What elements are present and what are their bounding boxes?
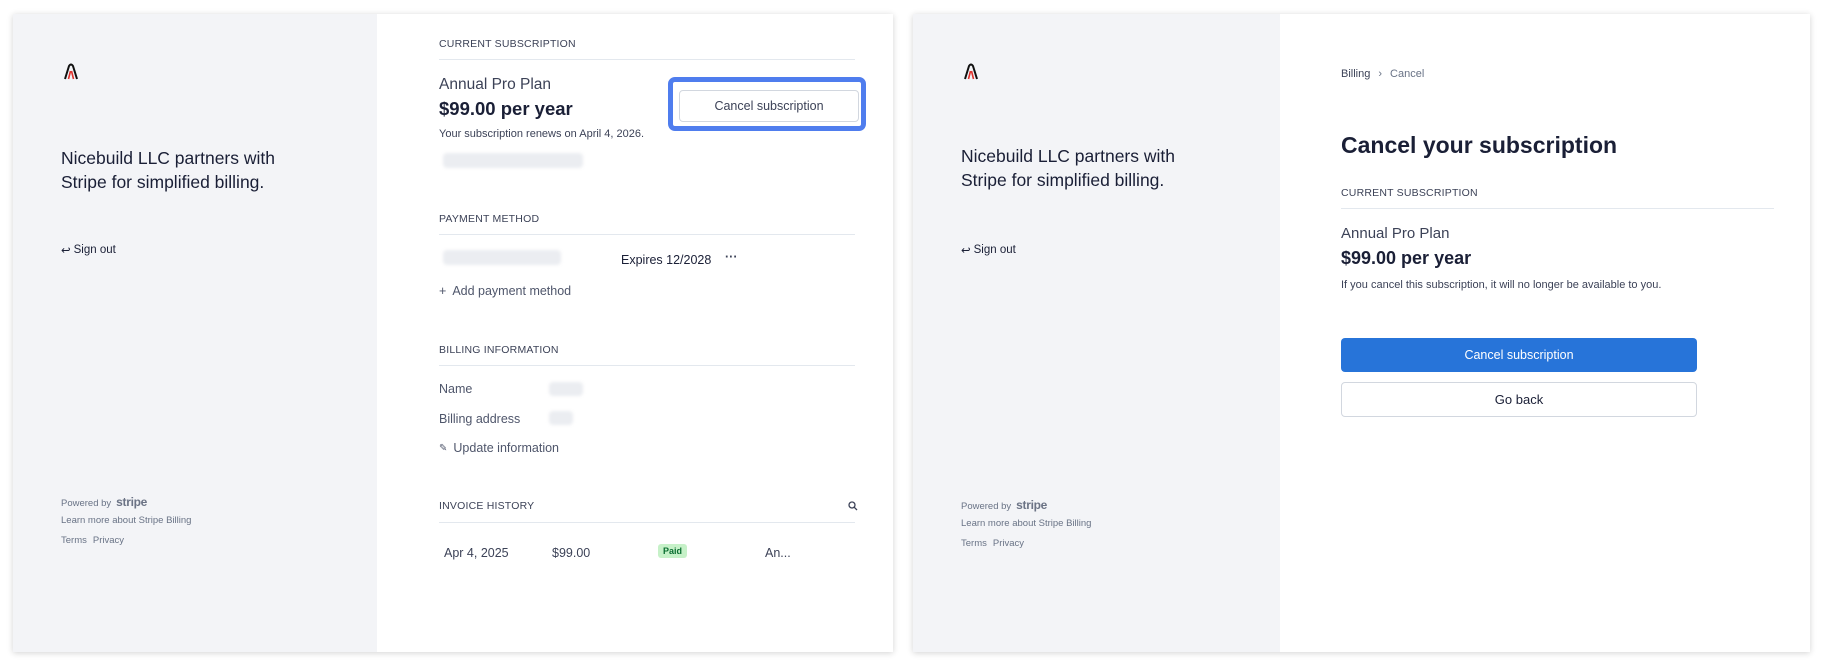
divider [439, 59, 855, 60]
learn-more-link[interactable]: Learn more about Stripe Billing [961, 518, 1091, 529]
page-title: Cancel your subscription [1341, 132, 1618, 158]
divider [1341, 208, 1774, 209]
sidebar: Nicebuild LLC partners with Stripe for s… [13, 14, 377, 652]
redacted-name [549, 382, 583, 396]
redacted-address [549, 411, 573, 425]
edit-icon: ✎ [439, 442, 448, 454]
terms-link[interactable]: Terms [61, 535, 87, 546]
divider [439, 365, 855, 366]
sign-out-link[interactable]: ↩ Sign out [61, 243, 116, 257]
sidebar: Nicebuild LLC partners with Stripe for s… [913, 14, 1280, 652]
go-back-button[interactable]: Go back [1341, 382, 1697, 417]
merchant-tagline: Nicebuild LLC partners with Stripe for s… [61, 148, 275, 192]
plan-name: Annual Pro Plan [1341, 225, 1450, 242]
payment-method-heading: PAYMENT METHOD [439, 213, 540, 225]
powered-by-label: Powered by [961, 501, 1012, 512]
powered-by-label: Powered by [61, 498, 112, 509]
breadcrumb-current: Cancel [1390, 68, 1425, 80]
breadcrumb-billing-link[interactable]: Billing [1341, 68, 1370, 80]
plan-name: Annual Pro Plan [439, 76, 552, 93]
redacted-detail [443, 153, 583, 168]
merchant-tagline: Nicebuild LLC partners with Stripe for s… [961, 146, 1175, 190]
cancel-warning-text: If you cancel this subscription, it will… [1341, 279, 1662, 291]
billing-address-label: Billing address [439, 412, 521, 426]
terms-link[interactable]: Terms [961, 538, 987, 549]
divider [439, 234, 855, 235]
learn-more-link[interactable]: Learn more about Stripe Billing [61, 515, 191, 526]
privacy-link[interactable]: Privacy [93, 535, 124, 546]
add-payment-label: Add payment method [452, 284, 572, 298]
sign-out-label: Sign out [73, 244, 116, 256]
confirm-cancel-button[interactable]: Cancel subscription [1341, 338, 1697, 372]
plus-icon: + [439, 284, 447, 298]
update-information-link[interactable]: ✎ Update information [439, 441, 559, 455]
sign-out-icon: ↩ [61, 245, 71, 257]
more-options-icon[interactable]: ··· [725, 250, 738, 264]
privacy-link[interactable]: Privacy [993, 538, 1024, 549]
redacted-card [443, 250, 561, 265]
renewal-text: Your subscription renews on April 4, 202… [439, 128, 645, 140]
invoice-history-heading: INVOICE HISTORY [439, 500, 535, 512]
name-label: Name [439, 382, 473, 396]
click-highlight [668, 77, 866, 131]
invoice-date: Apr 4, 2025 [444, 546, 509, 560]
stripe-logo[interactable]: stripe [1016, 498, 1047, 512]
add-payment-method-link[interactable]: + Add payment method [439, 284, 571, 298]
search-icon[interactable] [848, 501, 858, 511]
divider [439, 522, 855, 523]
invoice-amount: $99.00 [552, 546, 591, 560]
card-expiry: Expires 12/2028 [621, 253, 712, 267]
plan-price: $99.00 per year [1341, 248, 1472, 268]
sign-out-link[interactable]: ↩ Sign out [961, 243, 1016, 257]
invoice-description: An... [765, 546, 791, 560]
sign-out-label: Sign out [973, 244, 1016, 256]
sign-out-icon: ↩ [961, 245, 971, 257]
current-subscription-heading: CURRENT SUBSCRIPTION [1341, 187, 1478, 199]
nicebuild-logo [64, 63, 78, 80]
billing-information-heading: BILLING INFORMATION [439, 344, 559, 356]
plan-price: $99.00 per year [439, 98, 573, 119]
cancel-subscription-page: Nicebuild LLC partners with Stripe for s… [913, 14, 1810, 652]
chevron-right-icon: › [1378, 68, 1383, 80]
nicebuild-logo [964, 63, 978, 80]
current-subscription-heading: CURRENT SUBSCRIPTION [439, 38, 576, 50]
sidebar-footer: Powered by stripe Learn more about Strip… [61, 495, 191, 546]
stripe-logo[interactable]: stripe [116, 495, 147, 509]
status-badge: Paid [658, 544, 688, 558]
sidebar-footer: Powered by stripe Learn more about Strip… [961, 498, 1091, 549]
billing-portal-overview: Nicebuild LLC partners with Stripe for s… [13, 14, 893, 652]
update-information-label: Update information [453, 441, 560, 455]
breadcrumb: Billing › Cancel [1341, 68, 1424, 80]
